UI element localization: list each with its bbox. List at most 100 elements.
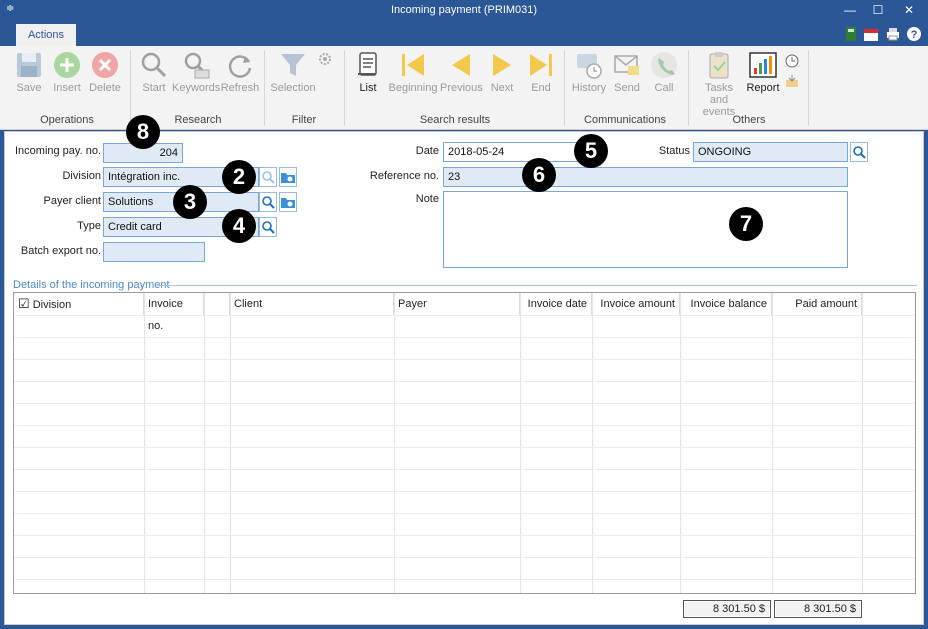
export-tray-icon[interactable] xyxy=(785,74,799,88)
last-record-icon xyxy=(530,54,552,76)
table-row xyxy=(14,425,915,426)
calculator-icon[interactable] xyxy=(844,27,858,41)
svg-text:?: ? xyxy=(911,29,918,41)
calendar-icon[interactable] xyxy=(864,27,878,41)
envelope-icon xyxy=(614,55,639,75)
details-section-title: Details of the incoming payment xyxy=(13,279,170,291)
ribbon-separator xyxy=(130,50,131,126)
list-button[interactable]: List xyxy=(350,50,386,102)
column-header-invoice-amount[interactable]: Invoice amount xyxy=(592,293,680,315)
type-search-button[interactable] xyxy=(259,217,277,237)
end-button[interactable]: End xyxy=(522,50,560,102)
status-label: Status xyxy=(658,145,690,157)
insert-label: Insert xyxy=(53,82,81,94)
end-label: End xyxy=(531,82,551,94)
callout-marker-3: 3 xyxy=(173,185,207,219)
first-record-icon xyxy=(402,54,424,76)
send-button[interactable]: Send xyxy=(610,50,644,102)
tab-actions[interactable]: Actions xyxy=(16,24,76,46)
grid-column-line xyxy=(230,293,231,593)
column-header-division[interactable]: ☑ Division xyxy=(14,293,144,315)
callout-marker-6: 6 xyxy=(522,158,556,192)
beginning-label: Beginning xyxy=(388,82,438,94)
keywords-button[interactable]: Keywords xyxy=(172,50,220,102)
delete-button[interactable]: Delete xyxy=(86,50,124,102)
phone-icon xyxy=(651,52,677,78)
report-button[interactable]: Report xyxy=(744,50,782,102)
next-icon xyxy=(493,54,511,76)
division-folder-button[interactable] xyxy=(279,167,297,187)
next-label: Next xyxy=(490,82,514,94)
batch-export-no-field[interactable] xyxy=(103,242,205,262)
refresh-button[interactable]: Refresh xyxy=(220,50,260,102)
column-header-invoice-date[interactable]: Invoice date xyxy=(520,293,592,315)
list-label: List xyxy=(359,82,377,94)
start-button[interactable]: Start xyxy=(136,50,172,102)
maximize-button[interactable]: ☐ xyxy=(863,0,893,22)
gear-icon[interactable] xyxy=(318,52,332,66)
column-header-payer[interactable]: Payer xyxy=(394,293,520,315)
printer-icon[interactable] xyxy=(886,27,900,41)
date-field[interactable]: 2018-05-24 xyxy=(443,142,583,162)
grid-column-line xyxy=(144,293,145,593)
call-button[interactable]: Call xyxy=(646,50,682,102)
selection-button[interactable]: Selection xyxy=(268,50,318,102)
group-label-others: Others xyxy=(732,114,766,126)
grid-column-line xyxy=(680,293,681,593)
division-search-button[interactable] xyxy=(259,167,277,187)
insert-button[interactable]: Insert xyxy=(48,50,86,102)
column-header-invoice-no[interactable]: Invoice no. xyxy=(144,293,204,332)
table-row xyxy=(14,579,915,580)
reference-no-label: Reference no. xyxy=(369,170,439,182)
group-label-filter: Filter xyxy=(291,114,317,126)
close-button[interactable]: ✕ xyxy=(894,0,924,22)
group-label-search-results: Search results xyxy=(419,114,491,126)
select-all-checkbox[interactable]: ☑ xyxy=(18,296,30,311)
keywords-search-icon xyxy=(184,52,210,79)
callout-marker-8: 8 xyxy=(126,115,160,149)
previous-button[interactable]: Previous xyxy=(440,50,483,102)
reference-no-field[interactable]: 23 xyxy=(443,167,848,187)
group-label-operations: Operations xyxy=(40,114,94,126)
date-label: Date xyxy=(415,145,439,157)
send-label: Send xyxy=(614,82,640,94)
previous-label: Previous xyxy=(440,82,483,94)
status-search-button[interactable] xyxy=(850,142,868,162)
save-button[interactable]: Save xyxy=(10,50,48,102)
table-row xyxy=(14,315,915,316)
table-row xyxy=(14,513,915,514)
grid-column-line xyxy=(772,293,773,593)
table-row xyxy=(14,491,915,492)
details-grid[interactable]: ☑ Division Invoice no. Client Payer Invo… xyxy=(13,292,916,594)
help-icon[interactable]: ? xyxy=(907,27,921,41)
column-header-paid-amount[interactable]: Paid amount xyxy=(772,293,862,315)
history-button[interactable]: History xyxy=(568,50,610,102)
column-header-blank[interactable] xyxy=(204,293,230,315)
batch-export-no-label: Batch export no. xyxy=(20,245,101,257)
minimize-button[interactable]: — xyxy=(835,0,865,22)
magnifier-icon xyxy=(262,196,275,209)
delete-label: Delete xyxy=(89,82,121,94)
tab-strip: Actions ? xyxy=(0,22,928,46)
section-divider xyxy=(157,285,917,286)
type-label: Type xyxy=(77,220,101,232)
payer-client-search-button[interactable] xyxy=(259,192,277,212)
refresh-icon xyxy=(228,55,252,78)
tasks-and-events-button[interactable]: Tasks and events xyxy=(694,50,744,118)
save-label: Save xyxy=(16,82,42,94)
payer-client-folder-button[interactable] xyxy=(279,192,297,212)
column-header-client[interactable]: Client xyxy=(230,293,394,315)
beginning-button[interactable]: Beginning xyxy=(386,50,440,102)
clock-icon[interactable] xyxy=(785,54,799,68)
status-field[interactable]: ONGOING xyxy=(693,142,848,162)
total-paid-amount: 8 301.50 $ xyxy=(774,600,862,618)
note-textarea[interactable] xyxy=(443,191,848,268)
table-row xyxy=(14,337,915,338)
next-button[interactable]: Next xyxy=(482,50,522,102)
column-header-invoice-balance[interactable]: Invoice balance xyxy=(680,293,772,315)
plus-icon xyxy=(54,52,80,78)
delete-icon xyxy=(92,52,118,78)
table-row xyxy=(14,381,915,382)
save-icon xyxy=(17,53,41,77)
grid-column-line xyxy=(204,293,205,593)
